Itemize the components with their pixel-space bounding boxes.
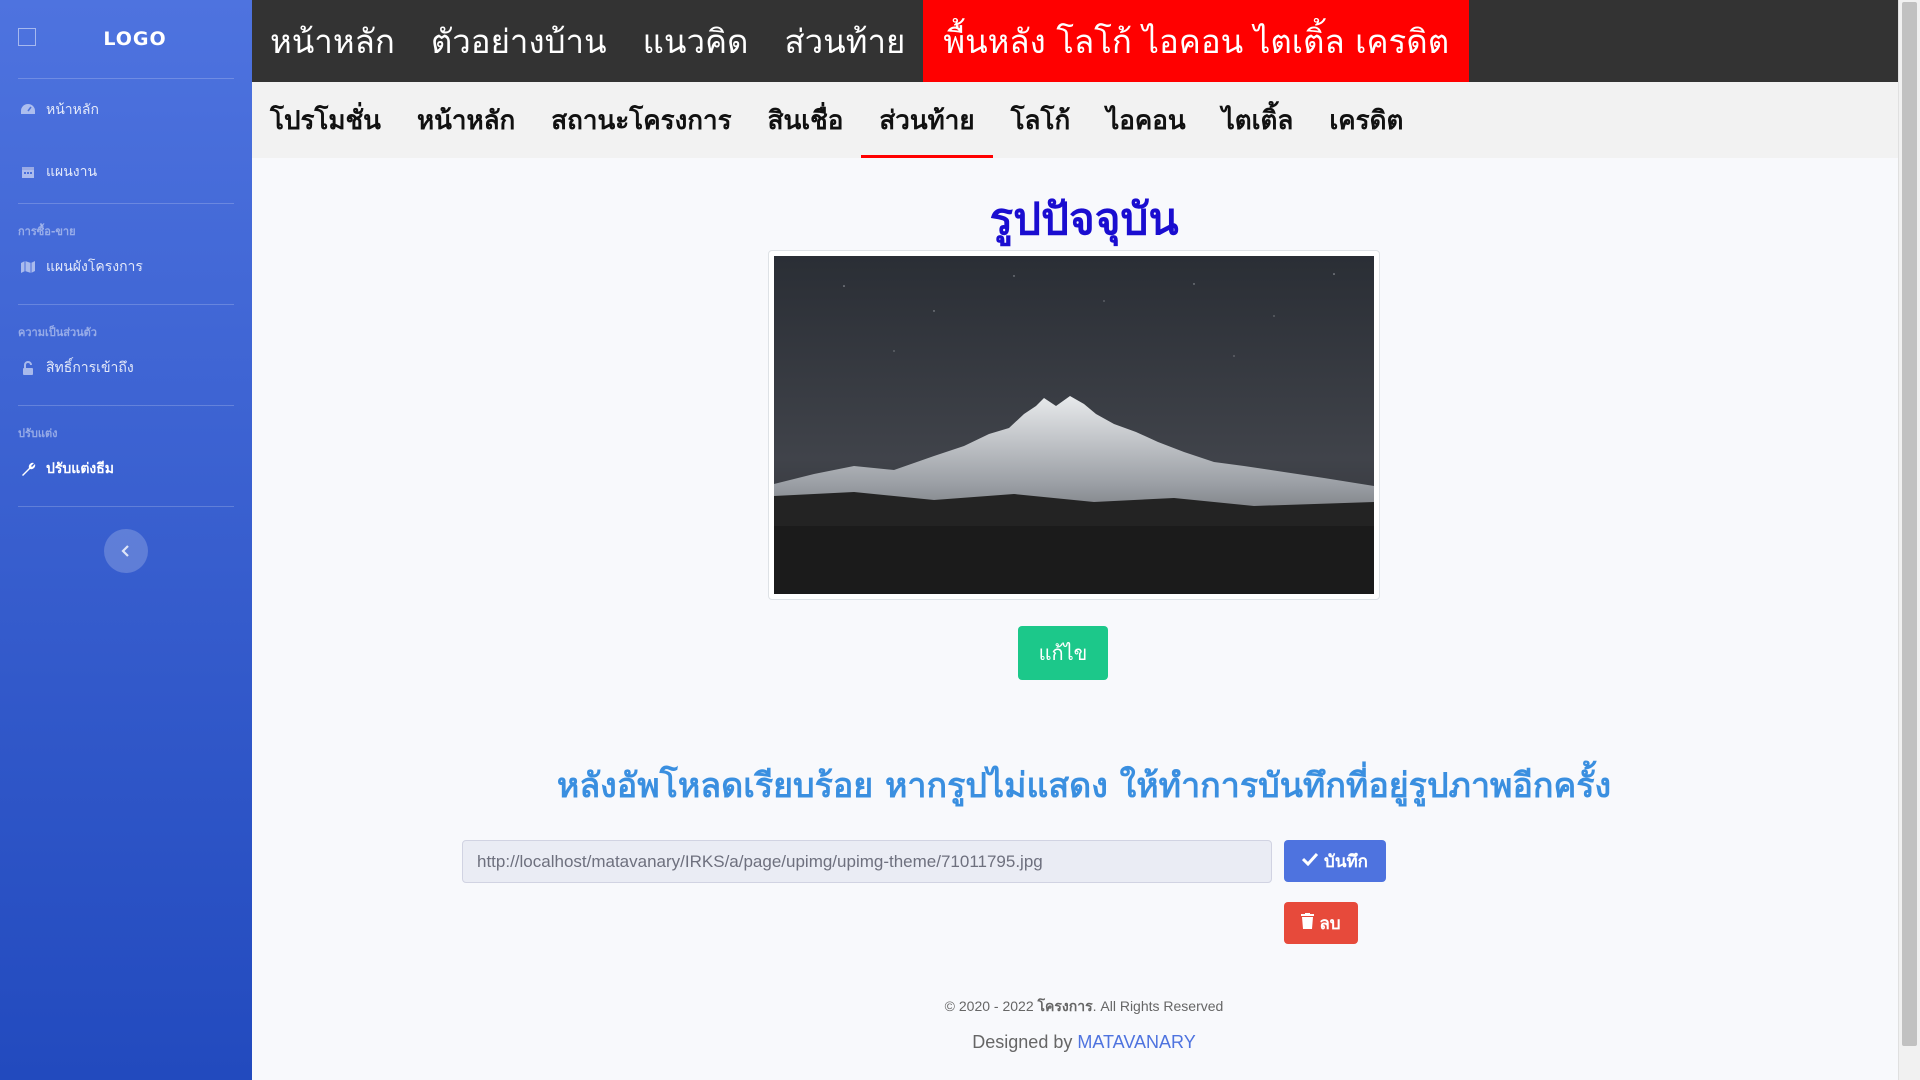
trash-icon [1301, 912, 1315, 934]
sidebar-heading: ปรับแต่ง [18, 427, 58, 440]
current-image-frame [768, 250, 1380, 600]
tab-loan[interactable]: สินเชื่อ [750, 82, 862, 158]
delete-button[interactable]: ลบ [1284, 902, 1358, 944]
upload-notice: หลังอัพโหลดเรียบร้อย หากรูปไม่แสดง ให้ทำ… [556, 766, 1612, 806]
save-button-label: บันทึก [1324, 851, 1368, 872]
sidebar: LOGO หน้าหลัก แผนงาน การซื้อ-ขาย แผนผังโ… [0, 0, 252, 1080]
image-url-input[interactable] [462, 840, 1272, 883]
sidebar-item-label: แผนผังโครงการ [46, 259, 143, 275]
wrench-icon [18, 461, 38, 477]
sidebar-item-project-map[interactable]: แผนผังโครงการ [0, 242, 252, 292]
sidebar-heading: ความเป็นส่วนตัว [18, 326, 97, 339]
delete-button-label: ลบ [1319, 913, 1341, 934]
tab-logo[interactable]: โลโก้ [993, 82, 1089, 158]
sidebar-heading: การซื้อ-ขาย [18, 225, 76, 238]
tab-icon[interactable]: ไอคอน [1088, 82, 1203, 158]
sidebar-brand[interactable]: LOGO [0, 0, 252, 78]
sidebar-toggle-wrap [0, 507, 252, 573]
footer-copyright: © 2020 - 2022 โครงการ. All Rights Reserv… [252, 996, 1916, 1018]
tab-footer[interactable]: ส่วนท้าย [861, 82, 993, 158]
tab-promotion[interactable]: โปรโมชั่น [252, 82, 399, 158]
designed-prefix: Designed by [972, 1032, 1078, 1052]
edit-button[interactable]: แก้ไข [1018, 626, 1108, 680]
tab-project-status[interactable]: สถานะโครงการ [533, 82, 749, 158]
copyright-suffix: . All Rights Reserved [1092, 998, 1224, 1014]
copyright-prefix: © 2020 - 2022 [944, 998, 1038, 1014]
scrollbar-thumb[interactable] [1902, 2, 1917, 1046]
save-button[interactable]: บันทึก [1284, 840, 1386, 882]
main-content: รูปปัจจุบัน แก้ไข หลังอัพโหลดเรียบร้อย ห… [252, 158, 1898, 1080]
unlock-icon [18, 360, 38, 376]
topbar-item-branding[interactable]: พื้นหลัง โลโก้ ไอคอน ไตเติ้ล เครดิต [923, 0, 1470, 82]
dashboard-icon [18, 103, 38, 117]
sidebar-item-plan[interactable]: แผนงาน [0, 141, 252, 203]
logo-text: LOGO [103, 28, 167, 50]
top-navbar: หน้าหลัก ตัวอย่างบ้าน แนวคิด ส่วนท้าย พื… [252, 0, 1898, 82]
sidebar-item-label: สิทธิ์การเข้าถึง [46, 360, 134, 376]
copyright-name: โครงการ [1037, 998, 1093, 1014]
sidebar-item-label: ปรับแต่งธีม [46, 461, 115, 477]
chevron-left-icon [121, 542, 131, 561]
sidebar-item-label: แผนงาน [46, 164, 98, 180]
topbar-item-footer[interactable]: ส่วนท้าย [766, 0, 923, 82]
calendar-icon [18, 165, 38, 179]
sidebar-item-home[interactable]: หน้าหลัก [0, 79, 252, 141]
sidebar-item-access[interactable]: สิทธิ์การเข้าถึง [0, 343, 252, 393]
sidebar-toggle-button[interactable] [104, 529, 148, 573]
page-scrollbar[interactable] [1898, 0, 1920, 1080]
tab-credit[interactable]: เครดิต [1311, 82, 1421, 158]
footer-designed-by: Designed by MATAVANARY [252, 1032, 1916, 1053]
designer-link[interactable]: MATAVANARY [1077, 1032, 1195, 1052]
page-title: รูปปัจจุบัน [989, 194, 1179, 245]
sidebar-item-theme[interactable]: ปรับแต่งธีม [0, 444, 252, 494]
topbar-item-concept[interactable]: แนวคิด [625, 0, 767, 82]
sub-navbar: โปรโมชั่น หน้าหลัก สถานะโครงการ สินเชื่อ… [252, 82, 1898, 158]
topbar-item-home[interactable]: หน้าหลัก [252, 0, 413, 82]
sidebar-item-label: หน้าหลัก [46, 102, 99, 118]
topbar-item-house-examples[interactable]: ตัวอย่างบ้าน [413, 0, 625, 82]
check-icon [1301, 851, 1319, 871]
map-icon [18, 260, 38, 274]
current-image [774, 256, 1374, 594]
tab-title[interactable]: ไตเติ้ล [1204, 82, 1312, 158]
tab-home[interactable]: หน้าหลัก [399, 82, 533, 158]
